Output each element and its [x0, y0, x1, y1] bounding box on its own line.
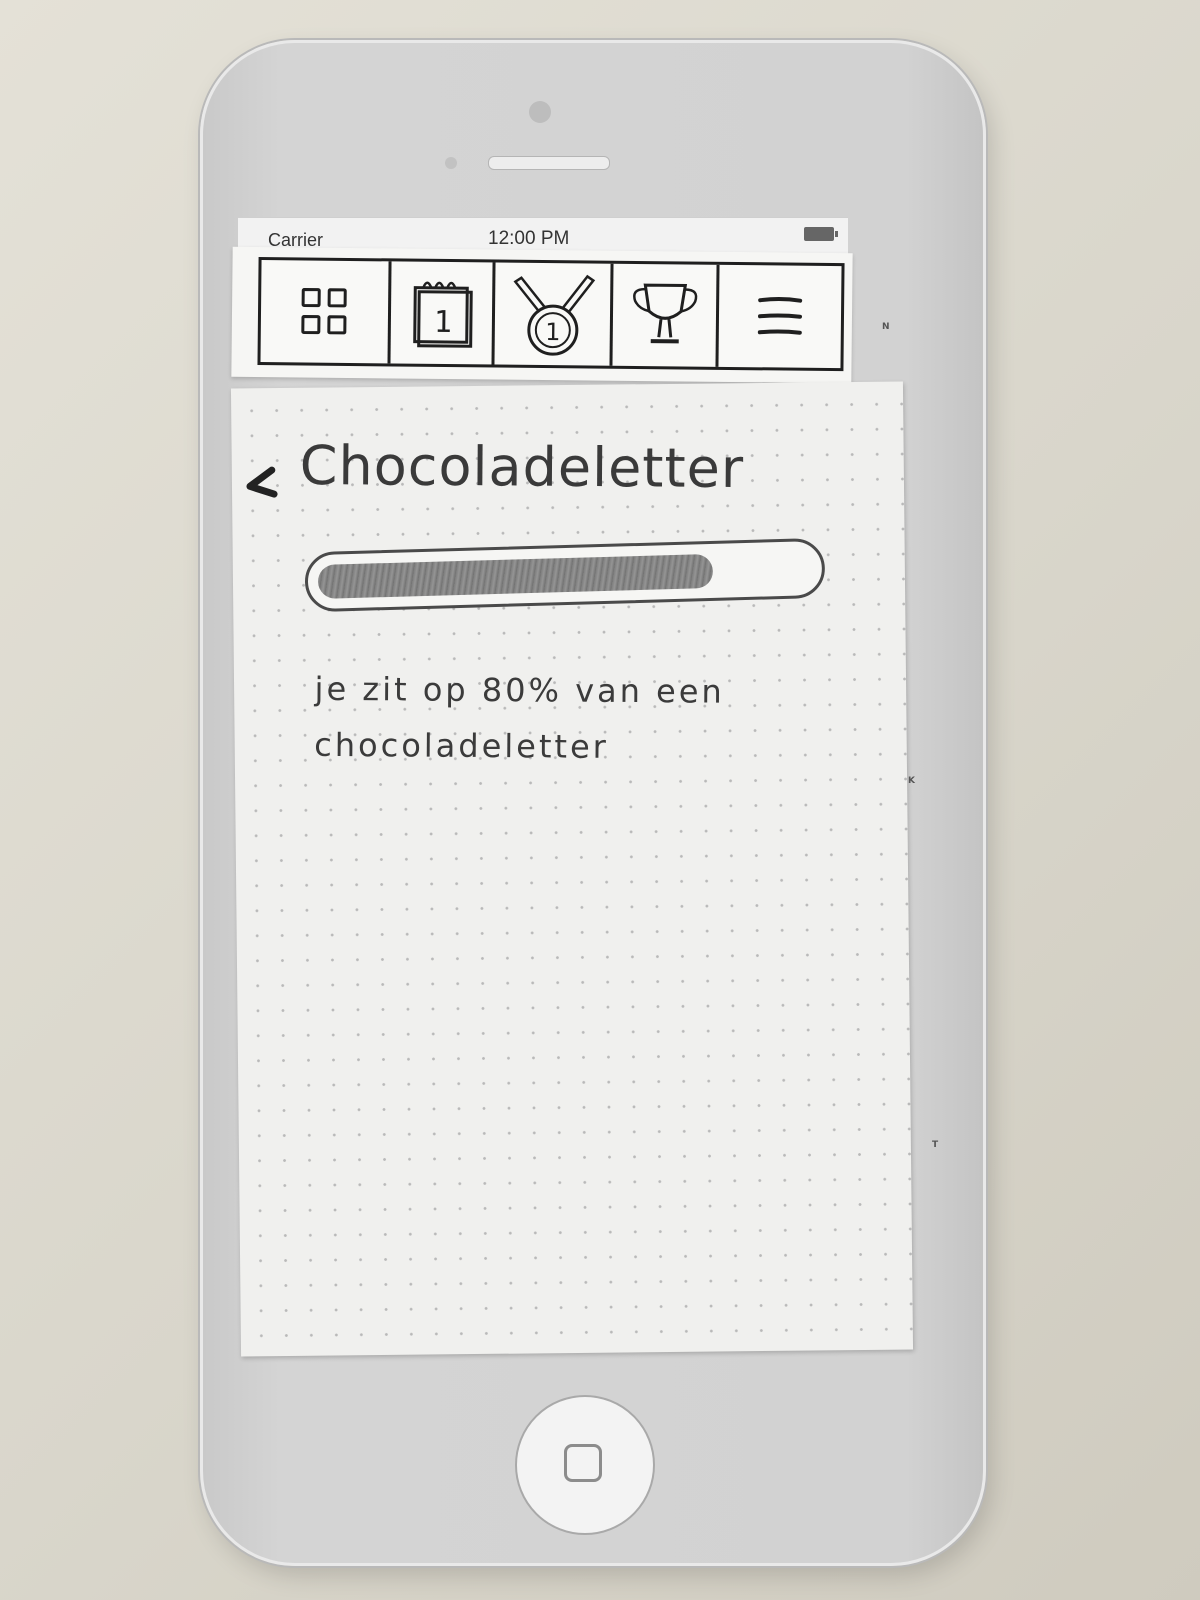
calendar-icon: 1 [412, 281, 473, 348]
page-title: Chocoladeletter [299, 433, 745, 501]
home-button[interactable] [515, 1395, 655, 1535]
progress-fill [317, 553, 714, 599]
trophy-icon [632, 283, 697, 344]
back-arrow-icon[interactable] [242, 462, 282, 502]
progress-bar [304, 537, 826, 613]
status-time: 12:00 PM [488, 228, 570, 249]
earpiece-speaker [488, 156, 610, 170]
hamburger-menu-icon [757, 296, 803, 335]
side-tab-marker: T [932, 1140, 939, 1150]
home-square-icon [564, 1444, 602, 1482]
medal-number: 1 [545, 318, 561, 346]
nav-paper: 1 1 [231, 246, 853, 384]
medal-icon: 1 [513, 274, 595, 356]
nav-item-menu[interactable] [718, 265, 841, 368]
nav-item-calendar[interactable]: 1 [390, 261, 496, 365]
nav-item-grid[interactable] [260, 260, 392, 364]
calendar-number: 1 [433, 305, 451, 340]
proximity-sensor [445, 157, 457, 169]
side-tab-marker: N [882, 322, 890, 332]
grid-icon [300, 288, 347, 335]
battery-icon [804, 227, 838, 241]
front-camera [529, 101, 551, 123]
nav-item-medal[interactable]: 1 [494, 262, 614, 366]
progress-message: je zit op 80% van een chocoladeletter [314, 669, 725, 766]
nav-item-trophy[interactable] [612, 263, 720, 367]
content-paper: Chocoladeletter je zit op 80% van een ch… [230, 381, 914, 1357]
top-nav-bar: 1 1 [257, 257, 845, 372]
side-tab-marker: K [908, 776, 915, 786]
